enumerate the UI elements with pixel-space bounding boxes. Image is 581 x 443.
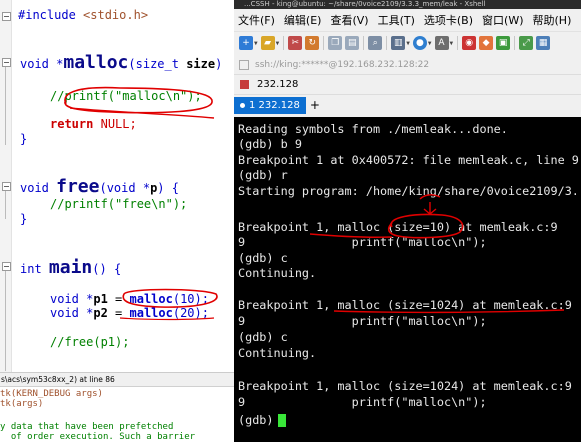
menu-help[interactable]: 帮助(H) [529,12,576,28]
code-line-p1: void *p1 = malloc(10); [50,292,209,306]
terminal-line: Continuing. [238,266,317,280]
terminal-line: (gdb) c [238,330,288,344]
session-name: 232.128 [257,79,299,90]
menu-bar: 文件(F) 编辑(E) 查看(V) 工具(T) 选项卡(B) 窗口(W) 帮助(… [234,9,581,31]
fold-malloc-icon[interactable] [2,58,11,67]
terminal-line: Breakpoint 1, malloc (size=1024) at meml… [238,379,572,393]
toolbar-separator [363,36,365,50]
code-line-free-call: //free(p1); [50,335,130,349]
print-icon[interactable]: ▥ [391,36,406,50]
toolbar-separator [323,36,325,50]
disconnect-icon[interactable]: ✂ [288,36,303,50]
chevron-down-icon[interactable]: ▼ [450,40,454,47]
new-session-icon[interactable]: + [239,36,253,50]
fold-guide [5,67,6,145]
code-line-malloc-comment: //printf("malloc\n"); [50,89,202,103]
info-line: tk(args) [0,399,44,409]
code-line-brace: } [20,132,28,146]
menu-view[interactable]: 查看(V) [326,12,372,28]
tab-label: 1 232.128 [249,100,300,111]
fold-main-icon[interactable] [2,262,11,271]
terminal[interactable]: Reading symbols from ./memleak...done. (… [234,117,581,442]
reconnect-icon[interactable]: ↻ [305,36,320,50]
terminal-prompt: (gdb) [238,413,281,427]
script-icon[interactable]: ◆ [479,36,494,50]
terminal-line: Breakpoint 1, malloc (size=1024) at meml… [238,298,572,312]
fold-free-icon[interactable] [2,182,11,191]
toolbar-separator [386,36,388,50]
status-dot-icon [240,103,245,108]
xftp-icon[interactable]: ◉ [462,36,477,50]
code-line-return: return NULL; [50,117,137,131]
code-line-free-decl: void free(void *p) { [20,176,179,197]
font-icon[interactable]: A [434,36,449,50]
info-pane: s\acs\sym53c8xx_2) at line 86 tk(KERN_DE… [0,372,234,443]
toolbar-separator [457,36,459,50]
fullscreen-icon[interactable]: ⤢ [519,36,534,50]
find-icon[interactable]: ⌕ [368,36,383,50]
code-editor[interactable]: #include <stdio.h> void *malloc(size_t s… [0,0,234,372]
info-line: of order execution. Such a barrier [0,432,196,442]
chevron-down-icon[interactable]: ▼ [428,40,432,47]
tab-session-1[interactable]: 1 232.128 [234,97,306,114]
terminal-line: Breakpoint 1, malloc (size=10) at memlea… [238,220,558,234]
xshell-window: ...CSSH - king@ubuntu: ~/share/0voice210… [234,0,581,442]
terminal-line: (gdb) b 9 [238,137,302,151]
editor-gutter [0,0,12,372]
keyboard-icon[interactable]: ▦ [536,36,551,50]
terminal-line: 9 printf("malloc\n"); [238,395,487,409]
menu-file[interactable]: 文件(F) [234,12,279,28]
chevron-down-icon[interactable]: ▼ [406,40,410,47]
terminal-cursor [278,414,286,427]
info-line: y data that have been prefetched [0,422,174,432]
fold-include-icon[interactable] [2,12,11,21]
fold-guide [5,191,6,219]
menu-tabs[interactable]: 选项卡(B) [420,12,477,28]
terminal-line: (gdb) r [238,168,288,182]
paste-icon[interactable]: ▤ [345,36,360,50]
info-bar: s\acs\sym53c8xx_2) at line 86 [0,373,234,387]
chevron-down-icon[interactable]: ▼ [276,40,280,47]
toolbar-separator [283,36,285,50]
new-tab-button[interactable]: + [306,97,324,114]
address-bar[interactable]: ssh://king:******@192.168.232.128:22 [239,56,576,74]
terminal-line: 9 printf("malloc\n"); [238,314,487,328]
menu-tools[interactable]: 工具(T) [374,12,419,28]
toolbar-separator [514,36,516,50]
session-bar[interactable]: 232.128 [234,74,581,94]
open-folder-icon[interactable]: ▰ [260,36,275,50]
code-line-include: #include <stdio.h> [18,8,149,22]
fold-guide [5,271,6,371]
terminal-line: Breakpoint 1 at 0x400572: file memleak.c… [238,153,581,167]
terminal-line: Reading symbols from ./memleak...done. [238,122,508,136]
terminal-line: Starting program: /home/king/share/0voic… [238,184,579,198]
tab-bar: 1 232.128 + [234,94,581,114]
globe-icon[interactable]: ● [412,36,427,50]
copy-icon[interactable]: ❐ [328,36,343,50]
code-line-brace: } [20,212,28,226]
lock-icon[interactable]: ▣ [496,36,511,50]
terminal-line: Continuing. [238,346,317,360]
menu-window[interactable]: 窗口(W) [478,12,527,28]
chevron-down-icon[interactable]: ▼ [254,40,258,47]
info-line: tk(KERN_DEBUG args) [0,389,103,399]
address-text: ssh://king:******@192.168.232.128:22 [255,60,430,70]
window-title: ...CSSH - king@ubuntu: ~/share/0voice210… [234,0,581,9]
code-line-main-decl: int main() { [20,257,122,278]
toolbar: + ▼ ▰ ▼ ✂ ↻ ❐ ▤ ⌕ ▥ ▼ ● ▼ A ▼ ◉ ◆ ▣ ⤢ ▦ [234,31,581,54]
lock-small-icon [239,60,249,70]
terminal-line: (gdb) c [238,251,288,265]
code-line-malloc-decl: void *malloc(size_t size) [20,52,223,73]
code-line-p2: void *p2 = malloc(20); [50,306,209,320]
session-icon [240,80,249,89]
terminal-line: 9 printf("malloc\n"); [238,235,487,249]
menu-edit[interactable]: 编辑(E) [280,12,326,28]
code-line-free-comment: //printf("free\n"); [50,197,188,211]
